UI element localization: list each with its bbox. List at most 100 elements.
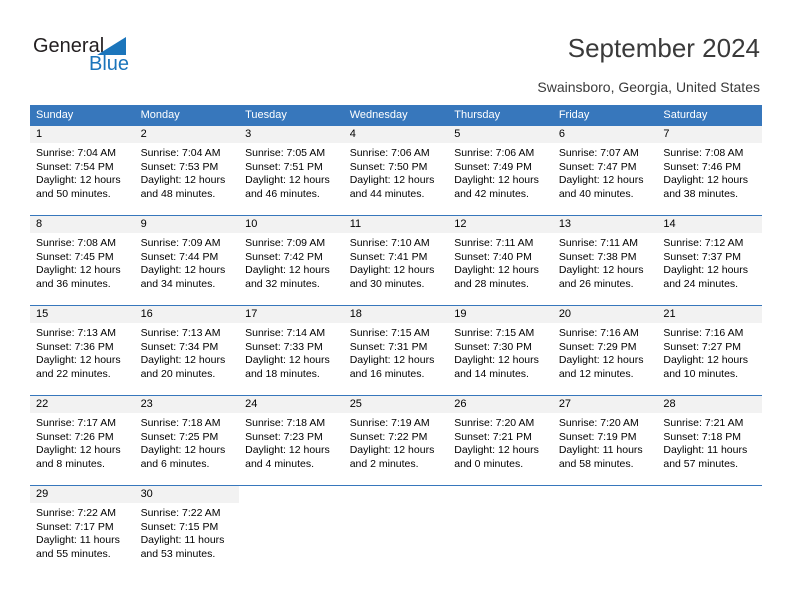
daylight-text-line1: Daylight: 11 hours [140,534,225,547]
day-number: 26 [448,396,553,413]
sunset-text: Sunset: 7:30 PM [454,340,532,353]
day-details: Sunrise: 7:11 AM Sunset: 7:38 PM Dayligh… [553,233,658,291]
day-cell-empty [552,486,658,575]
calendar-page: General Blue September 2024 Swainsboro, … [0,0,792,612]
day-details: Sunrise: 7:20 AM Sunset: 7:21 PM Dayligh… [448,413,553,471]
day-number: 30 [134,486,240,503]
day-cell[interactable]: 10 Sunrise: 7:09 AM Sunset: 7:42 PM Dayl… [239,216,344,305]
daylight-text-line2: and 28 minutes. [454,277,529,290]
day-number: 3 [239,126,344,143]
daylight-text-line2: and 46 minutes. [245,187,320,200]
day-cell[interactable]: 17 Sunrise: 7:14 AM Sunset: 7:33 PM Dayl… [239,306,344,395]
day-number: 4 [343,126,449,143]
sunset-text: Sunset: 7:23 PM [245,430,323,443]
day-cell[interactable]: 4 Sunrise: 7:06 AM Sunset: 7:50 PM Dayli… [343,126,449,215]
sunset-text: Sunset: 7:18 PM [663,430,742,443]
day-cell[interactable]: 5 Sunrise: 7:06 AM Sunset: 7:49 PM Dayli… [448,126,553,215]
sunrise-text: Sunrise: 7:08 AM [36,237,116,249]
sunrise-text: Sunrise: 7:09 AM [140,237,221,249]
day-cell[interactable]: 9 Sunrise: 7:09 AM Sunset: 7:44 PM Dayli… [134,216,240,305]
day-cell[interactable]: 15 Sunrise: 7:13 AM Sunset: 7:36 PM Dayl… [30,306,135,395]
day-cell[interactable]: 16 Sunrise: 7:13 AM Sunset: 7:34 PM Dayl… [134,306,240,395]
day-number: 1 [30,126,135,143]
day-cell[interactable]: 22 Sunrise: 7:17 AM Sunset: 7:26 PM Dayl… [30,396,135,485]
day-cell[interactable]: 2 Sunrise: 7:04 AM Sunset: 7:53 PM Dayli… [134,126,240,215]
day-number: 12 [448,216,553,233]
sunrise-text: Sunrise: 7:05 AM [245,147,326,159]
day-cell[interactable]: 28 Sunrise: 7:21 AM Sunset: 7:18 PM Dayl… [657,396,762,485]
sunrise-text: Sunrise: 7:15 AM [349,327,430,339]
day-details: Sunrise: 7:17 AM Sunset: 7:26 PM Dayligh… [30,413,135,471]
daylight-text-line1: Daylight: 12 hours [245,444,330,457]
general-blue-logo: General Blue [33,36,213,86]
sunrise-text: Sunrise: 7:20 AM [558,417,639,429]
day-cell[interactable]: 29 Sunrise: 7:22 AM Sunset: 7:17 PM Dayl… [30,486,135,575]
daylight-text-line1: Daylight: 12 hours [454,354,539,367]
daylight-text-line1: Daylight: 12 hours [558,174,644,187]
sunrise-text: Sunrise: 7:12 AM [663,237,744,249]
sunset-text: Sunset: 7:41 PM [349,250,428,263]
day-cell[interactable]: 6 Sunrise: 7:07 AM Sunset: 7:47 PM Dayli… [552,126,658,215]
day-number: 21 [657,306,762,323]
sunrise-text: Sunrise: 7:10 AM [349,237,430,249]
daylight-text-line2: and 55 minutes. [36,547,111,560]
day-details: Sunrise: 7:08 AM Sunset: 7:45 PM Dayligh… [30,233,135,291]
daylight-text-line2: and 24 minutes. [663,277,739,290]
daylight-text-line2: and 18 minutes. [245,367,320,380]
day-cell[interactable]: 20 Sunrise: 7:16 AM Sunset: 7:29 PM Dayl… [552,306,658,395]
weekday-header-thursday: Thursday [454,109,501,121]
day-cell[interactable]: 19 Sunrise: 7:15 AM Sunset: 7:30 PM Dayl… [448,306,553,395]
day-details: Sunrise: 7:16 AM Sunset: 7:27 PM Dayligh… [657,323,762,381]
day-cell[interactable]: 14 Sunrise: 7:12 AM Sunset: 7:37 PM Dayl… [657,216,762,305]
day-number: 17 [239,306,344,323]
sunset-text: Sunset: 7:53 PM [140,160,219,173]
day-cell[interactable]: 11 Sunrise: 7:10 AM Sunset: 7:41 PM Dayl… [343,216,449,305]
day-details: Sunrise: 7:06 AM Sunset: 7:50 PM Dayligh… [344,143,449,201]
daylight-text-line1: Daylight: 11 hours [558,444,643,457]
day-cell[interactable]: 7 Sunrise: 7:08 AM Sunset: 7:46 PM Dayli… [657,126,762,215]
daylight-text-line1: Daylight: 12 hours [36,354,121,367]
sunrise-text: Sunrise: 7:20 AM [454,417,535,429]
day-number [239,486,344,503]
day-details: Sunrise: 7:09 AM Sunset: 7:42 PM Dayligh… [239,233,344,291]
daylight-text-line2: and 4 minutes. [245,457,315,470]
sunset-text: Sunset: 7:34 PM [140,340,219,353]
daylight-text-line2: and 36 minutes. [36,277,111,290]
day-number: 22 [30,396,135,413]
day-details: Sunrise: 7:14 AM Sunset: 7:33 PM Dayligh… [239,323,344,381]
sunrise-text: Sunrise: 7:17 AM [36,417,116,429]
day-cell-empty [239,486,344,575]
day-cell[interactable]: 27 Sunrise: 7:20 AM Sunset: 7:19 PM Dayl… [552,396,658,485]
day-cell[interactable]: 21 Sunrise: 7:16 AM Sunset: 7:27 PM Dayl… [657,306,762,395]
daylight-text-line2: and 10 minutes. [663,367,739,380]
sunrise-text: Sunrise: 7:07 AM [558,147,639,159]
day-details: Sunrise: 7:06 AM Sunset: 7:49 PM Dayligh… [448,143,553,201]
day-cell[interactable]: 8 Sunrise: 7:08 AM Sunset: 7:45 PM Dayli… [30,216,135,305]
day-cell[interactable]: 13 Sunrise: 7:11 AM Sunset: 7:38 PM Dayl… [552,216,658,305]
week-row: 15 Sunrise: 7:13 AM Sunset: 7:36 PM Dayl… [30,305,762,395]
day-cell[interactable]: 18 Sunrise: 7:15 AM Sunset: 7:31 PM Dayl… [343,306,449,395]
day-details: Sunrise: 7:10 AM Sunset: 7:41 PM Dayligh… [344,233,449,291]
day-details: Sunrise: 7:12 AM Sunset: 7:37 PM Dayligh… [657,233,762,291]
day-cell[interactable]: 24 Sunrise: 7:18 AM Sunset: 7:23 PM Dayl… [239,396,344,485]
day-cell[interactable]: 25 Sunrise: 7:19 AM Sunset: 7:22 PM Dayl… [343,396,449,485]
day-number: 23 [134,396,240,413]
weekday-header-wednesday: Wednesday [349,109,408,121]
day-cell[interactable]: 23 Sunrise: 7:18 AM Sunset: 7:25 PM Dayl… [134,396,240,485]
daylight-text-line1: Daylight: 12 hours [454,444,539,457]
sunset-text: Sunset: 7:21 PM [454,430,532,443]
day-number: 8 [30,216,135,233]
daylight-text-line2: and 53 minutes. [140,547,216,560]
day-cell[interactable]: 26 Sunrise: 7:20 AM Sunset: 7:21 PM Dayl… [448,396,553,485]
day-cell[interactable]: 1 Sunrise: 7:04 AM Sunset: 7:54 PM Dayli… [30,126,135,215]
day-cell[interactable]: 12 Sunrise: 7:11 AM Sunset: 7:40 PM Dayl… [448,216,553,305]
daylight-text-line2: and 22 minutes. [36,367,111,380]
day-cell[interactable]: 3 Sunrise: 7:05 AM Sunset: 7:51 PM Dayli… [239,126,344,215]
day-cell[interactable]: 30 Sunrise: 7:22 AM Sunset: 7:15 PM Dayl… [134,486,240,575]
daylight-text-line2: and 16 minutes. [349,367,425,380]
daylight-text-line2: and 26 minutes. [558,277,634,290]
sunrise-text: Sunrise: 7:06 AM [454,147,535,159]
day-number: 28 [657,396,762,413]
daylight-text-line2: and 2 minutes. [349,457,419,470]
daylight-text-line1: Daylight: 12 hours [36,444,121,457]
